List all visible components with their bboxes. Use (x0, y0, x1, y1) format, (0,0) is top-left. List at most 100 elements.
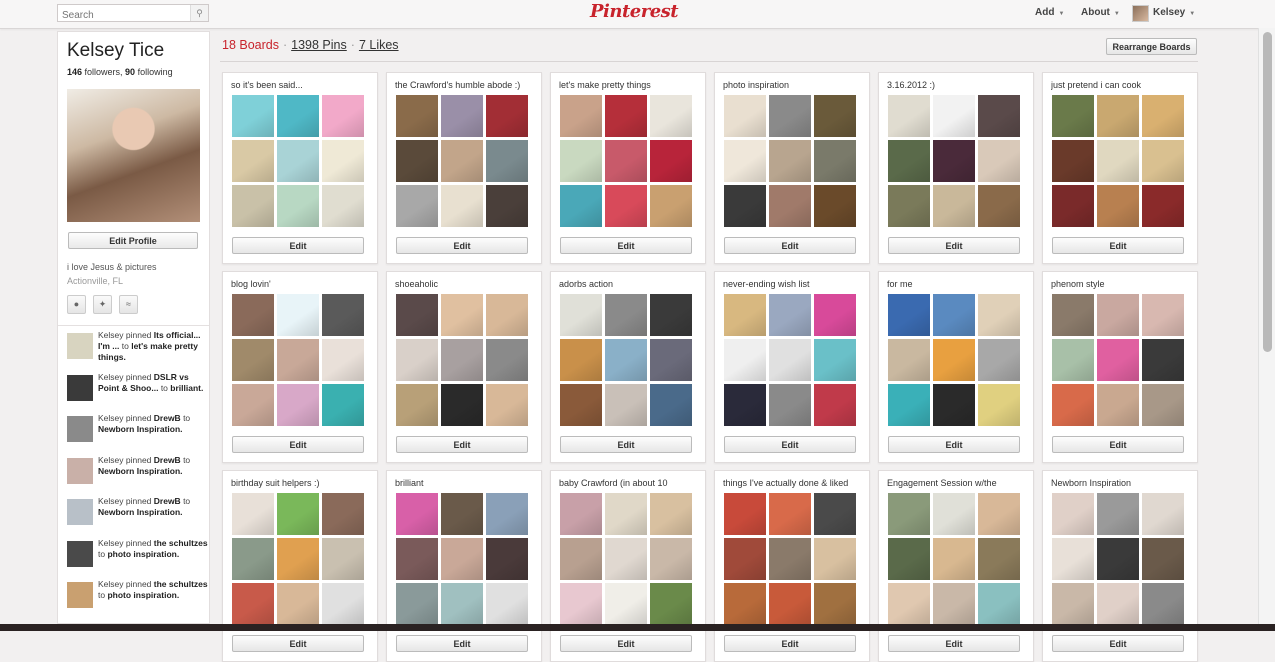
activity-pin-thumbnail[interactable] (67, 374, 93, 401)
activity-board-link[interactable]: brilliant. (170, 383, 203, 393)
board-pin-thumbnail[interactable] (1097, 493, 1139, 535)
rss-icon[interactable]: ≈ (119, 295, 138, 314)
board-pin-thumbnail[interactable] (322, 538, 364, 580)
activity-item[interactable]: Kelsey pinned DrewB to Newborn Inspirati… (67, 413, 207, 449)
board-pin-thumbnail[interactable] (1052, 583, 1094, 625)
board-edit-button[interactable]: Edit (560, 237, 692, 254)
facebook-icon[interactable]: ● (67, 295, 86, 314)
board-pin-thumbnail[interactable] (978, 95, 1020, 137)
activity-item[interactable]: Kelsey pinned DrewB to Newborn Inspirati… (67, 455, 207, 491)
board-pin-thumbnail[interactable] (888, 493, 930, 535)
board-pin-thumbnail[interactable] (933, 493, 975, 535)
board-card[interactable]: adorbs action Edit (550, 271, 706, 463)
board-pin-thumbnail[interactable] (1052, 95, 1094, 137)
board-card[interactable]: brilliant Edit (386, 470, 542, 662)
board-pin-thumbnail[interactable] (605, 294, 647, 336)
board-pin-thumbnail[interactable] (605, 95, 647, 137)
board-pin-thumbnail[interactable] (933, 185, 975, 227)
board-pin-thumbnail[interactable] (724, 583, 766, 625)
board-pin-thumbnail[interactable] (1097, 339, 1139, 381)
board-pin-thumbnail[interactable] (396, 140, 438, 182)
board-pin-thumbnail[interactable] (933, 339, 975, 381)
board-edit-button[interactable]: Edit (560, 635, 692, 652)
board-pin-thumbnail[interactable] (978, 583, 1020, 625)
board-pin-thumbnail[interactable] (441, 339, 483, 381)
board-pin-thumbnail[interactable] (277, 493, 319, 535)
board-title[interactable]: adorbs action (559, 279, 699, 289)
board-edit-button[interactable]: Edit (724, 635, 856, 652)
board-pin-thumbnail[interactable] (486, 384, 528, 426)
board-card[interactable]: just pretend i can cook Edit (1042, 72, 1198, 264)
activity-pin-thumbnail[interactable] (67, 333, 93, 359)
board-pin-thumbnail[interactable] (277, 583, 319, 625)
board-pin-thumbnail[interactable] (560, 185, 602, 227)
board-title[interactable]: birthday suit helpers :) (231, 478, 371, 488)
board-pin-thumbnail[interactable] (1142, 339, 1184, 381)
board-card[interactable]: phenom style Edit (1042, 271, 1198, 463)
board-pin-thumbnail[interactable] (1052, 185, 1094, 227)
board-pin-thumbnail[interactable] (322, 339, 364, 381)
board-pin-thumbnail[interactable] (277, 339, 319, 381)
board-pin-thumbnail[interactable] (1142, 95, 1184, 137)
boards-count-link[interactable]: 18 Boards (222, 38, 279, 52)
board-edit-button[interactable]: Edit (724, 237, 856, 254)
board-pin-thumbnail[interactable] (560, 583, 602, 625)
board-pin-thumbnail[interactable] (605, 538, 647, 580)
search-input[interactable] (58, 7, 192, 24)
board-pin-thumbnail[interactable] (396, 95, 438, 137)
board-pin-thumbnail[interactable] (486, 294, 528, 336)
board-pin-thumbnail[interactable] (724, 294, 766, 336)
add-menu[interactable]: Add ▼ (1035, 7, 1064, 18)
board-pin-thumbnail[interactable] (888, 140, 930, 182)
board-title[interactable]: Newborn Inspiration (1051, 478, 1191, 488)
board-pin-thumbnail[interactable] (322, 493, 364, 535)
board-pin-thumbnail[interactable] (724, 339, 766, 381)
board-pin-thumbnail[interactable] (1052, 384, 1094, 426)
board-pin-thumbnail[interactable] (396, 493, 438, 535)
board-title[interactable]: just pretend i can cook (1051, 80, 1191, 90)
activity-pin-link[interactable]: DrewB (154, 496, 181, 506)
board-card[interactable]: photo inspiration Edit (714, 72, 870, 264)
board-pin-thumbnail[interactable] (232, 140, 274, 182)
pinterest-logo[interactable]: Pinterest (590, 1, 679, 22)
board-pin-thumbnail[interactable] (1097, 140, 1139, 182)
board-pin-thumbnail[interactable] (1142, 185, 1184, 227)
board-pin-thumbnail[interactable] (441, 538, 483, 580)
board-pin-thumbnail[interactable] (1052, 538, 1094, 580)
board-title[interactable]: never-ending wish list (723, 279, 863, 289)
board-pin-thumbnail[interactable] (1097, 294, 1139, 336)
board-pin-thumbnail[interactable] (277, 185, 319, 227)
activity-pin-thumbnail[interactable] (67, 457, 93, 484)
board-pin-thumbnail[interactable] (277, 140, 319, 182)
board-pin-thumbnail[interactable] (277, 384, 319, 426)
board-pin-thumbnail[interactable] (441, 583, 483, 625)
board-card[interactable]: 3.16.2012 :) Edit (878, 72, 1034, 264)
activity-item[interactable]: Kelsey pinned DSLR vs Point & Shoo... to… (67, 372, 207, 408)
scrollbar-thumb[interactable] (1263, 32, 1272, 352)
user-menu[interactable]: Kelsey ▼ (1153, 7, 1195, 18)
board-pin-thumbnail[interactable] (650, 95, 692, 137)
board-edit-button[interactable]: Edit (888, 436, 1020, 453)
board-pin-thumbnail[interactable] (560, 538, 602, 580)
board-pin-thumbnail[interactable] (650, 140, 692, 182)
board-pin-thumbnail[interactable] (650, 493, 692, 535)
board-pin-thumbnail[interactable] (933, 294, 975, 336)
about-menu[interactable]: About ▼ (1081, 7, 1120, 18)
board-pin-thumbnail[interactable] (1097, 538, 1139, 580)
board-pin-thumbnail[interactable] (322, 185, 364, 227)
board-pin-thumbnail[interactable] (888, 538, 930, 580)
board-pin-thumbnail[interactable] (814, 339, 856, 381)
board-title[interactable]: brilliant (395, 478, 535, 488)
following-count[interactable]: 90 (125, 67, 135, 77)
board-pin-thumbnail[interactable] (441, 140, 483, 182)
board-pin-thumbnail[interactable] (277, 294, 319, 336)
board-pin-thumbnail[interactable] (933, 140, 975, 182)
board-pin-thumbnail[interactable] (396, 339, 438, 381)
user-avatar[interactable] (1132, 5, 1149, 22)
board-edit-button[interactable]: Edit (232, 436, 364, 453)
board-pin-thumbnail[interactable] (486, 493, 528, 535)
board-pin-thumbnail[interactable] (814, 140, 856, 182)
board-pin-thumbnail[interactable] (560, 384, 602, 426)
board-title[interactable]: things I've actually done & liked (723, 478, 863, 488)
board-pin-thumbnail[interactable] (724, 140, 766, 182)
